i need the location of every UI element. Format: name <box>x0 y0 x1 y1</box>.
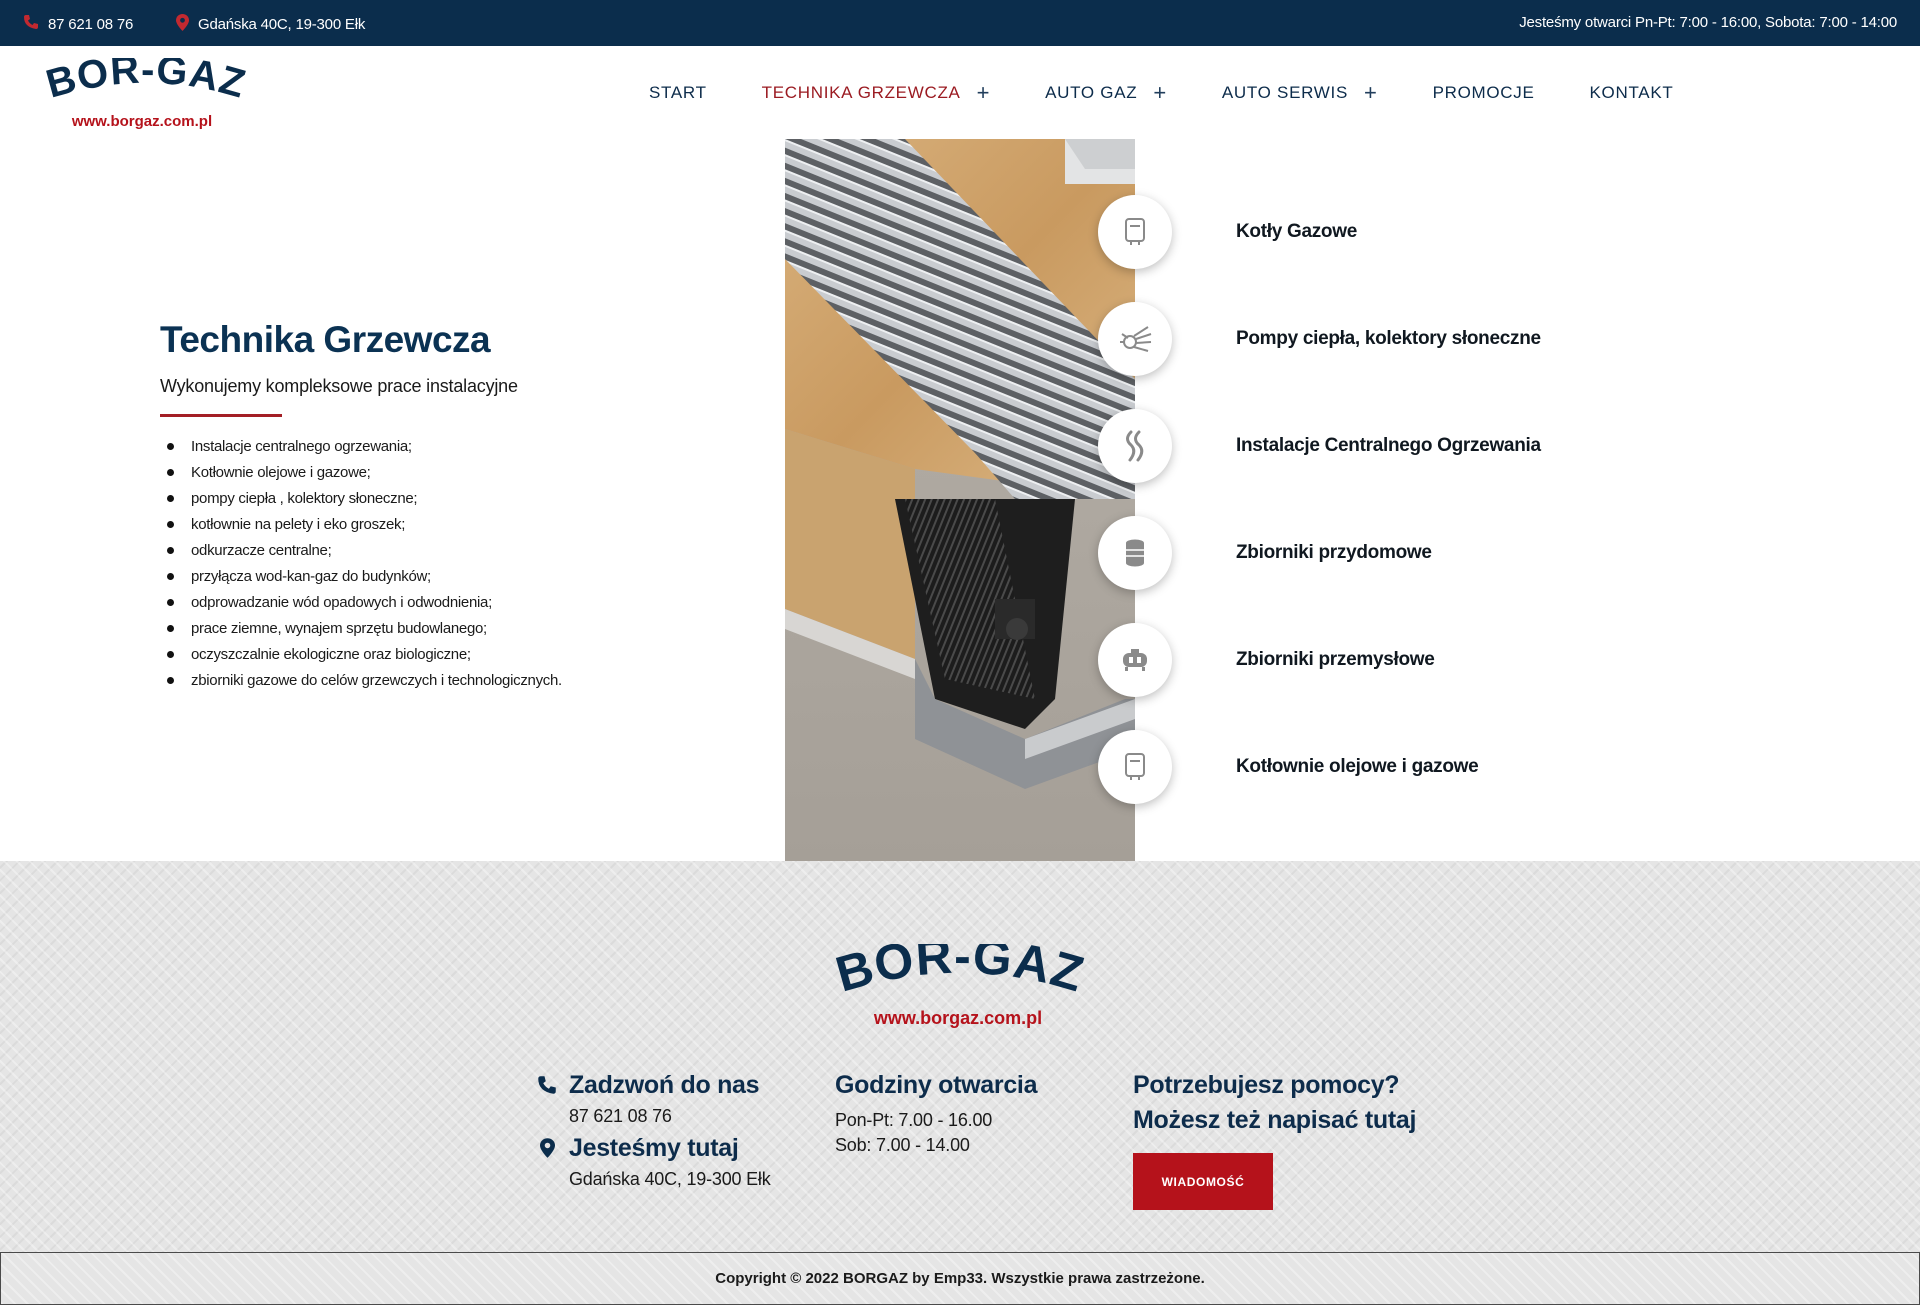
message-button[interactable]: WIADOMOŚĆ <box>1133 1153 1273 1210</box>
nav-kontakt-label: KONTAKT <box>1589 83 1674 102</box>
heat-pump-icon <box>1098 302 1172 376</box>
expand-plus-icon[interactable]: + <box>977 82 991 104</box>
topbar-address[interactable]: Gdańska 40C, 19-300 Ełk <box>176 14 365 35</box>
svg-text:BOR-GAZ: BOR-GAZ <box>46 58 246 107</box>
heating-flame-icon <box>1098 409 1172 483</box>
list-item: oczyszczalnie ekologiczne oraz biologicz… <box>167 642 562 668</box>
boiler-icon <box>1098 195 1172 269</box>
boiler-icon <box>1098 730 1172 804</box>
nav-auto-gaz[interactable]: AUTO GAZ + <box>1045 82 1167 104</box>
nav-promocje-label: PROMOCJE <box>1432 83 1535 102</box>
list-item: prace ziemne, wynajem sprzętu budowlaneg… <box>167 616 562 642</box>
svg-text:www.borgaz.com.pl: www.borgaz.com.pl <box>873 1008 1042 1028</box>
services-list: Instalacje centralnego ogrzewania; Kotło… <box>167 433 562 694</box>
copyright-text: Copyright © 2022 BORGAZ by Emp33. Wszyst… <box>715 1270 1205 1287</box>
svg-text:www.borgaz.com.pl: www.borgaz.com.pl <box>71 113 212 130</box>
industrial-tank-icon <box>1098 623 1172 697</box>
nav-kontakt[interactable]: KONTAKT <box>1590 83 1674 103</box>
list-item: Instalacje centralnego ogrzewania; <box>167 433 562 459</box>
expand-plus-icon[interactable]: + <box>1153 82 1167 104</box>
location-pin-icon <box>540 1138 555 1158</box>
nav-technika-grzewcza[interactable]: TECHNIKA GRZEWCZA + <box>762 82 990 104</box>
tank-icon <box>1098 516 1172 590</box>
page-title: Technika Grzewcza <box>160 319 491 360</box>
footer-hours: Godziny otwarcia Pon-Pt: 7.00 - 16.00 So… <box>835 1071 1037 1156</box>
location-heading: Jesteśmy tutaj <box>569 1134 739 1162</box>
nav-autoserwis-label: AUTO SERWIS <box>1221 83 1348 102</box>
title-divider <box>160 414 282 417</box>
site-logo[interactable]: BOR-GAZ www.borgaz.com.pl <box>46 58 246 132</box>
list-item: zbiorniki gazowe do celów grzewczych i t… <box>167 668 562 694</box>
call-heading: Zadzwoń do nas <box>569 1071 760 1099</box>
footer-call: Zadzwoń do nas 87 621 08 76 <box>537 1071 760 1127</box>
page-subtitle: Wykonujemy kompleksowe prace instalacyjn… <box>160 376 518 396</box>
call-phone[interactable]: 87 621 08 76 <box>569 1106 759 1127</box>
service-zbiorniki-przydomowe[interactable]: Zbiorniki przydomowe <box>1098 516 1432 590</box>
help-subheading: Możesz też napisać tutaj <box>1133 1106 1417 1134</box>
topbar-phone[interactable]: 87 621 08 76 <box>23 14 133 34</box>
copyright-bar: Copyright © 2022 BORGAZ by Emp33. Wszyst… <box>0 1252 1920 1305</box>
service-label: Instalacje Centralnego Ogrzewania <box>1236 435 1541 456</box>
list-item: pompy ciepła , kolektory słoneczne; <box>167 485 562 511</box>
hours-saturday: Sob: 7.00 - 14.00 <box>835 1135 970 1155</box>
nav-start[interactable]: START <box>649 83 707 103</box>
service-label: Pompy ciepła, kolektory słoneczne <box>1236 328 1541 349</box>
list-item: przyłącza wod-kan-gaz do budynków; <box>167 563 562 589</box>
nav-technika-label: TECHNIKA GRZEWCZA <box>761 83 961 102</box>
service-kotlownie[interactable]: Kotłownie olejowe i gazowe <box>1098 730 1479 804</box>
top-bar: 87 621 08 76 Gdańska 40C, 19-300 Ełk Jes… <box>0 0 1920 46</box>
service-pompy-ciepla[interactable]: Pompy ciepła, kolektory słoneczne <box>1098 302 1541 376</box>
trench-heater-image <box>785 139 1135 861</box>
phone-icon <box>23 14 39 34</box>
footer-location: Jesteśmy tutaj Gdańska 40C, 19-300 Ełk <box>537 1134 771 1190</box>
footer <box>0 861 1920 1253</box>
service-label: Zbiorniki przemysłowe <box>1236 649 1435 670</box>
list-item: kotłownie na pelety i eko groszek; <box>167 511 562 537</box>
service-label: Zbiorniki przydomowe <box>1236 542 1432 563</box>
nav-auto-serwis[interactable]: AUTO SERWIS + <box>1222 82 1378 104</box>
service-label: Kotły Gazowe <box>1236 221 1357 242</box>
topbar-phone-text: 87 621 08 76 <box>48 15 134 33</box>
nav-autogaz-label: AUTO GAZ <box>1045 83 1138 102</box>
nav-start-label: START <box>649 83 707 102</box>
list-item: odprowadzanie wód opadowych i odwodnieni… <box>167 590 562 616</box>
hours-heading: Godziny otwarcia <box>835 1071 1038 1099</box>
service-instalacje-co[interactable]: Instalacje Centralnego Ogrzewania <box>1098 409 1541 483</box>
help-heading: Potrzebujesz pomocy? <box>1133 1071 1400 1099</box>
service-zbiorniki-przemyslowe[interactable]: Zbiorniki przemysłowe <box>1098 623 1435 697</box>
service-kotly-gazowe[interactable]: Kotły Gazowe <box>1098 195 1357 269</box>
footer-help: Potrzebujesz pomocy? Możesz też napisać … <box>1133 1071 1416 1135</box>
hours-weekday: Pon-Pt: 7.00 - 16.00 <box>835 1110 993 1130</box>
expand-plus-icon[interactable]: + <box>1364 82 1378 104</box>
nav-promocje[interactable]: PROMOCJE <box>1433 83 1535 103</box>
location-address: Gdańska 40C, 19-300 Ełk <box>569 1169 771 1189</box>
main-nav: START TECHNIKA GRZEWCZA + AUTO GAZ + AUT… <box>649 82 1728 104</box>
service-label: Kotłownie olejowe i gazowe <box>1236 756 1479 777</box>
list-item: odkurzacze centralne; <box>167 537 562 563</box>
list-item: Kotłownie olejowe i gazowe; <box>167 459 562 485</box>
location-pin-icon <box>176 14 189 35</box>
footer-logo[interactable]: BOR-GAZ www.borgaz.com.pl <box>835 944 1085 1030</box>
svg-text:BOR-GAZ: BOR-GAZ <box>835 944 1085 1003</box>
topbar-address-text: Gdańska 40C, 19-300 Ełk <box>198 16 366 33</box>
topbar-hours: Jesteśmy otwarci Pn-Pt: 7:00 - 16:00, So… <box>1519 14 1897 31</box>
phone-icon <box>538 1076 556 1094</box>
